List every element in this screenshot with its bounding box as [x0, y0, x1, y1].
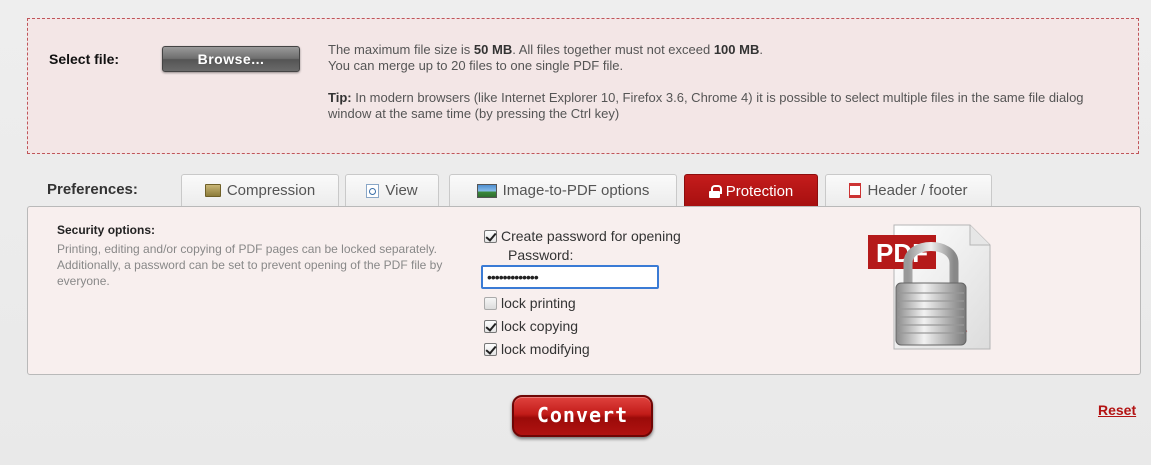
security-options-title: Security options:: [57, 223, 156, 237]
security-options-description: Printing, editing and/or copying of PDF …: [57, 241, 457, 289]
pdf-lock-image: PDF: [868, 224, 991, 350]
tip-text: Tip: In modern browsers (like Internet E…: [328, 90, 1128, 122]
browse-button[interactable]: Browse...: [162, 46, 300, 72]
password-input[interactable]: •••••••••••••: [481, 265, 659, 289]
tip-body: In modern browsers (like Internet Explor…: [328, 90, 1084, 121]
lock-modifying-checkbox[interactable]: [484, 342, 497, 356]
security-desc-line2: Additionally, a password can be set to p…: [57, 258, 443, 288]
lock-printing-label: lock printing: [501, 295, 576, 311]
password-label: Password:: [508, 247, 574, 263]
tab-header-footer-label: Header / footer: [867, 182, 968, 199]
max-file-size: 50 MB: [473, 42, 513, 57]
tab-image-to-pdf[interactable]: Image-to-PDF options: [449, 174, 677, 206]
upload-info: The maximum file size is 50 MB. All file…: [328, 42, 1128, 122]
size-text-post: .: [759, 42, 763, 57]
tab-protection-label: Protection: [725, 182, 794, 200]
view-icon: [366, 183, 380, 198]
merge-limit-text: You can merge up to 20 files to one sing…: [328, 58, 624, 73]
upload-section: Select file: Browse... The maximum file …: [27, 18, 1139, 154]
tip-label: Tip:: [328, 90, 352, 105]
preferences-tabs: Compression View Image-to-PDF options Pr…: [0, 174, 1151, 207]
create-password-checkbox[interactable]: [484, 229, 497, 243]
lock-printing-checkbox[interactable]: [484, 296, 497, 310]
image-icon: [476, 183, 497, 198]
lock-printing-option[interactable]: lock printing: [484, 295, 576, 311]
tab-compression-label: Compression: [226, 182, 316, 199]
lock-modifying-option[interactable]: lock modifying: [484, 341, 590, 357]
create-password-option[interactable]: Create password for opening: [484, 228, 681, 244]
tab-protection[interactable]: Protection: [684, 174, 818, 207]
compression-icon: [204, 184, 221, 197]
lock-copying-checkbox[interactable]: [484, 319, 497, 333]
convert-button[interactable]: Convert: [512, 395, 653, 437]
size-text-pre: The maximum file size is: [328, 42, 474, 57]
tab-view-label: View: [385, 182, 418, 199]
max-total-size: 100 MB: [713, 42, 760, 57]
create-password-label: Create password for opening: [501, 228, 681, 244]
protection-panel: Security options: Printing, editing and/…: [27, 206, 1141, 375]
lock-icon: [708, 184, 722, 198]
tab-image-to-pdf-label: Image-to-PDF options: [502, 182, 650, 199]
select-file-label: Select file:: [49, 51, 120, 67]
lock-copying-option[interactable]: lock copying: [484, 318, 578, 334]
reset-link[interactable]: Reset: [1098, 402, 1136, 418]
lock-copying-label: lock copying: [501, 318, 579, 334]
header-footer-icon: [849, 183, 862, 198]
tab-header-footer[interactable]: Header / footer: [825, 174, 992, 206]
lock-modifying-label: lock modifying: [501, 341, 590, 357]
tab-compression[interactable]: Compression: [181, 174, 339, 206]
tab-view[interactable]: View: [345, 174, 439, 206]
size-limit-text: The maximum file size is 50 MB. All file…: [328, 42, 1128, 74]
security-desc-line1: Printing, editing and/or copying of PDF …: [57, 242, 438, 256]
size-text-mid: . All files together must not exceed: [512, 42, 714, 57]
